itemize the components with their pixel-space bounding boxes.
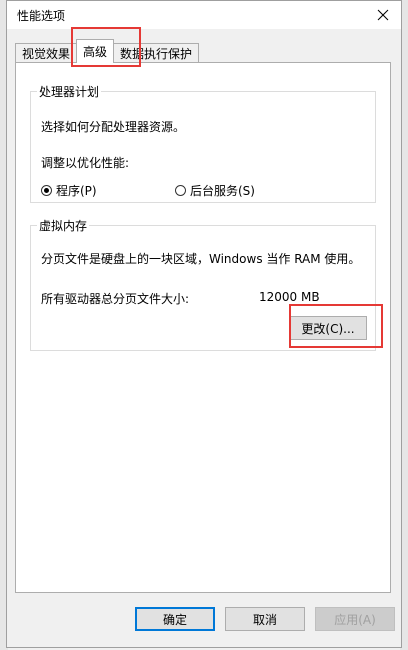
radio-background-services-label: 后台服务(S) [190, 184, 255, 198]
virtual-memory-group: 虚拟内存 分页文件是硬盘上的一块区域，Windows 当作 RAM 使用。 所有… [30, 217, 376, 351]
processor-scheduling-title: 处理器计划 [39, 85, 100, 99]
close-button[interactable] [369, 3, 397, 27]
tab-data-execution-prevention[interactable]: 数据执行保护 [113, 43, 200, 63]
radio-background-services-circle [175, 185, 186, 196]
cancel-button[interactable]: 取消 [225, 607, 305, 631]
close-icon [377, 9, 389, 21]
adjust-label: 调整以优化性能: [41, 156, 130, 170]
radio-programs-label: 程序(P) [56, 184, 97, 198]
performance-options-dialog: 性能选项 视觉效果 高级 数据执行保护 处理器计划 选择如何分配处理器资源。 调… [6, 0, 402, 648]
processor-description: 选择如何分配处理器资源。 [41, 120, 186, 134]
window-title: 性能选项 [17, 9, 66, 23]
radio-programs-circle [41, 185, 52, 196]
change-button[interactable]: 更改(C)... [289, 316, 367, 340]
paging-total-label: 所有驱动器总分页文件大小: [41, 292, 190, 306]
tab-advanced[interactable]: 高级 [76, 39, 115, 63]
virtual-memory-title: 虚拟内存 [39, 219, 88, 233]
radio-programs[interactable]: 程序(P) [41, 182, 97, 199]
radio-background-services[interactable]: 后台服务(S) [175, 182, 255, 199]
radio-selected-dot [44, 188, 49, 193]
tab-visual-effects[interactable]: 视觉效果 [15, 43, 78, 63]
title-bar: 性能选项 [7, 1, 401, 29]
advanced-tab-panel: 处理器计划 选择如何分配处理器资源。 调整以优化性能: 程序(P) 后台服务(S… [15, 62, 391, 593]
apply-button[interactable]: 应用(A) [315, 607, 395, 631]
tab-strip: 视觉效果 高级 数据执行保护 [15, 39, 200, 63]
processor-scheduling-group: 处理器计划 选择如何分配处理器资源。 调整以优化性能: 程序(P) 后台服务(S… [30, 83, 376, 203]
ok-button[interactable]: 确定 [135, 607, 215, 631]
paging-total-value: 12000 MB [259, 290, 320, 304]
virtual-memory-description: 分页文件是硬盘上的一块区域，Windows 当作 RAM 使用。 [41, 252, 361, 266]
